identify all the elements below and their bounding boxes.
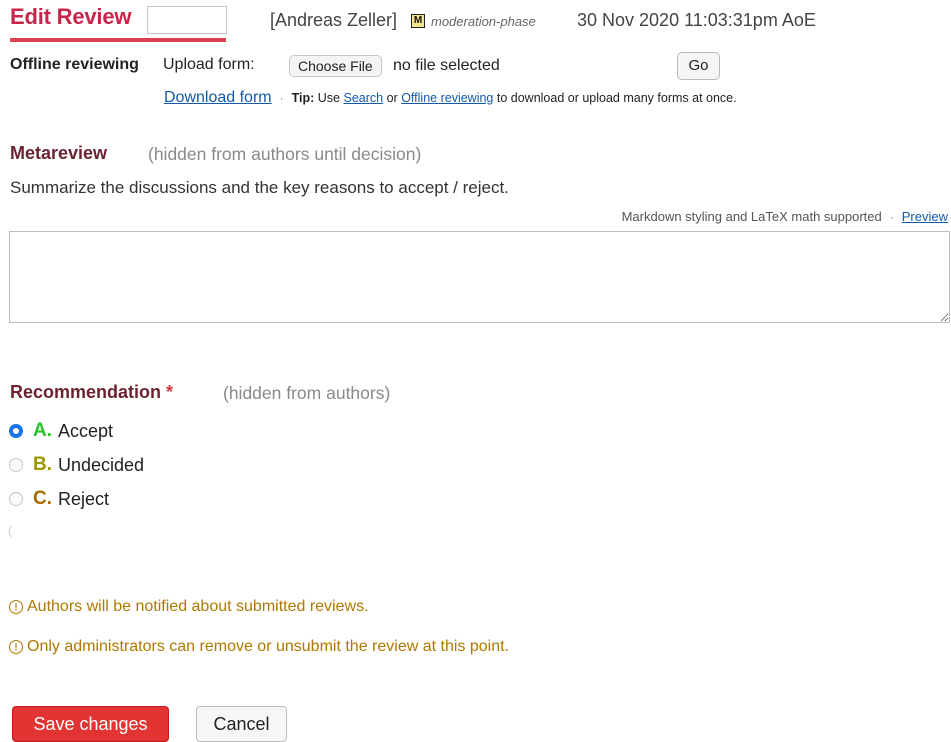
metareview-description: Summarize the discussions and the key re… [10, 178, 509, 197]
deadline-datetime: 30 Nov 2020 11:03:31pm AoE [577, 10, 816, 30]
upload-form-label: Upload form: [163, 56, 255, 73]
radio-reject[interactable] [9, 492, 23, 506]
phase-label: moderation-phase [431, 14, 536, 29]
option-letter: C. [33, 488, 52, 509]
reviewer-name: [Andreas Zeller] [270, 10, 398, 30]
metareview-textarea[interactable] [9, 231, 950, 323]
file-status: no file selected [393, 57, 500, 74]
warning-notify-text: Authors will be notified about submitted… [27, 598, 369, 615]
recommendation-option-reject[interactable]: C. Reject [9, 487, 109, 511]
offline-reviewing-link[interactable]: Offline reviewing [401, 91, 493, 105]
recommendation-hint: (hidden from authors) [223, 383, 391, 403]
separator-dot: · [279, 91, 284, 105]
stray-mark: ( [8, 523, 13, 538]
radio-accept[interactable] [9, 424, 23, 438]
warning-admin-only: ! Only administrators can remove or unsub… [9, 638, 509, 656]
metareview-heading: Metareview [10, 143, 108, 163]
tip-or: or [386, 91, 398, 105]
metareview-hint: (hidden from authors until decision) [148, 144, 422, 164]
offline-reviewing-label: Offline reviewing [10, 56, 139, 73]
download-form-link[interactable]: Download form [164, 89, 272, 106]
info-circle-icon: ! [9, 600, 23, 614]
go-button[interactable]: Go [677, 52, 720, 80]
option-label: Accept [58, 420, 114, 441]
separator-dot: · [889, 210, 894, 224]
markdown-note-text: Markdown styling and LaTeX math supporte… [621, 209, 882, 224]
tip-text: Tip: Use Search or Offline reviewing to … [292, 91, 737, 105]
search-link[interactable]: Search [344, 91, 384, 105]
option-label: Undecided [58, 454, 145, 475]
review-title-field[interactable] [147, 6, 227, 34]
cancel-button[interactable]: Cancel [196, 706, 287, 742]
option-letter: B. [33, 454, 52, 475]
warning-notify: ! Authors will be notified about submitte… [9, 598, 369, 616]
tip-rest: to download or upload many forms at once… [496, 91, 737, 105]
phase-badge-icon: M [411, 14, 425, 28]
warning-admin-text: Only administrators can remove or unsubm… [27, 638, 509, 655]
title-underline [10, 38, 226, 42]
tip-use: Use [317, 91, 341, 105]
markdown-note: Markdown styling and LaTeX math supporte… [622, 209, 948, 224]
preview-link[interactable]: Preview [902, 209, 948, 224]
option-letter: A. [33, 420, 52, 441]
save-changes-button[interactable]: Save changes [12, 706, 169, 742]
recommendation-option-accept[interactable]: A. Accept [9, 419, 113, 443]
choose-file-button[interactable]: Choose File [289, 55, 382, 77]
option-label: Reject [58, 488, 110, 509]
download-row: Download form · Tip: Use Search or Offline… [164, 89, 737, 107]
recommendation-heading: Recommendation * [10, 382, 173, 403]
recommendation-heading-text: Recommendation [10, 382, 162, 402]
required-marker: * [166, 382, 174, 402]
tip-label: Tip: [291, 91, 315, 105]
page-title: Edit Review [10, 4, 132, 29]
radio-undecided[interactable] [9, 458, 23, 472]
info-circle-icon: ! [9, 640, 23, 654]
recommendation-option-undecided[interactable]: B. Undecided [9, 453, 144, 477]
